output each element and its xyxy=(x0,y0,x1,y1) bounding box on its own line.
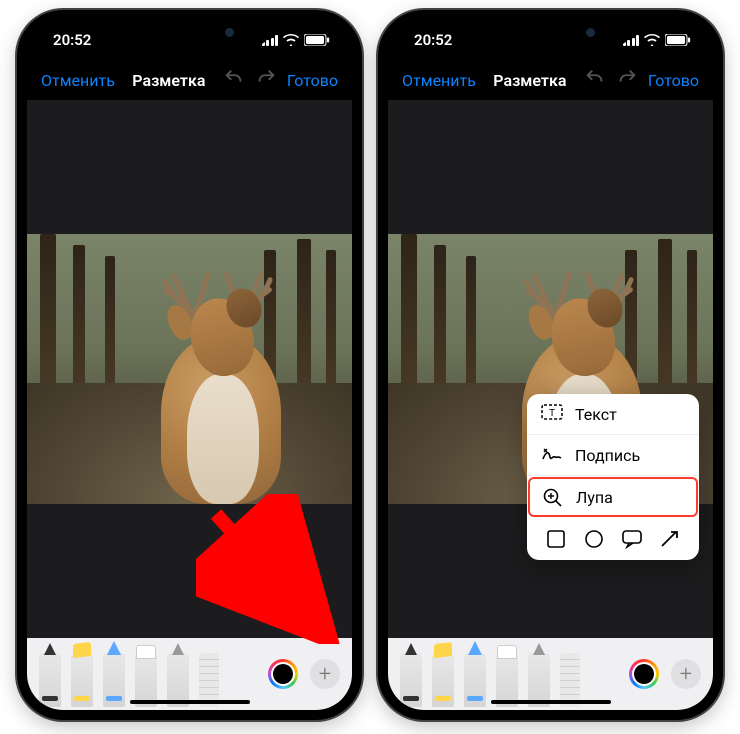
color-picker-button[interactable] xyxy=(268,659,298,689)
screen-right: 20:52 Отменить Разметка xyxy=(388,20,713,710)
notch xyxy=(110,20,270,46)
signature-icon xyxy=(541,445,563,465)
nav-bar: Отменить Разметка Готово xyxy=(388,60,713,100)
nav-title: Разметка xyxy=(493,71,566,90)
pencil-tool[interactable] xyxy=(464,653,486,707)
undo-icon[interactable] xyxy=(223,67,245,93)
shape-circle-button[interactable] xyxy=(581,528,607,550)
canvas-area[interactable]: T Текст Подпись Лупа xyxy=(388,100,713,638)
highlighter-tool[interactable] xyxy=(71,653,93,707)
photo xyxy=(27,234,352,504)
status-time: 20:52 xyxy=(53,31,91,49)
pen-tool[interactable] xyxy=(400,653,422,707)
ruler-tool[interactable] xyxy=(199,653,219,707)
cancel-button[interactable]: Отменить xyxy=(402,71,476,90)
undo-icon[interactable] xyxy=(584,67,606,93)
notch xyxy=(471,20,631,46)
canvas-area[interactable] xyxy=(27,100,352,638)
shape-arrow-button[interactable] xyxy=(657,528,683,550)
done-button[interactable]: Готово xyxy=(648,71,699,90)
redo-icon[interactable] xyxy=(616,67,638,93)
markup-toolbar: + xyxy=(388,638,713,710)
done-button[interactable]: Готово xyxy=(287,71,338,90)
text-icon: T xyxy=(541,404,563,424)
phone-right: 20:52 Отменить Разметка xyxy=(378,10,723,720)
menu-item-magnifier[interactable]: Лупа xyxy=(528,477,698,517)
pen-tool[interactable] xyxy=(39,653,61,707)
ruler-tool[interactable] xyxy=(560,653,580,707)
home-indicator[interactable] xyxy=(130,700,250,704)
nav-bar: Отменить Разметка Готово xyxy=(27,60,352,100)
status-time: 20:52 xyxy=(414,31,452,49)
add-button[interactable]: + xyxy=(310,659,340,689)
pencil-tool[interactable] xyxy=(103,653,125,707)
battery-icon xyxy=(304,34,330,46)
cancel-button[interactable]: Отменить xyxy=(41,71,115,90)
eraser-tool[interactable] xyxy=(496,653,518,707)
svg-text:T: T xyxy=(549,408,555,419)
menu-item-text-label: Текст xyxy=(575,405,617,424)
menu-item-text[interactable]: T Текст xyxy=(527,394,699,435)
eraser-tool[interactable] xyxy=(135,653,157,707)
menu-shapes-row xyxy=(527,518,699,560)
markup-toolbar: + xyxy=(27,638,352,710)
screen-left: 20:52 Отменить Разметка xyxy=(27,20,352,710)
redo-icon[interactable] xyxy=(255,67,277,93)
color-picker-button[interactable] xyxy=(629,659,659,689)
shape-square-button[interactable] xyxy=(543,528,569,550)
menu-item-signature[interactable]: Подпись xyxy=(527,435,699,476)
add-button[interactable]: + xyxy=(671,659,701,689)
magnifier-icon xyxy=(542,487,564,507)
wifi-icon xyxy=(644,34,660,46)
lasso-tool[interactable] xyxy=(167,653,189,707)
highlighter-tool[interactable] xyxy=(432,653,454,707)
menu-item-signature-label: Подпись xyxy=(575,446,640,465)
phone-left: 20:52 Отменить Разметка xyxy=(17,10,362,720)
wifi-icon xyxy=(283,34,299,46)
home-indicator[interactable] xyxy=(491,700,611,704)
nav-title: Разметка xyxy=(132,71,205,90)
lasso-tool[interactable] xyxy=(528,653,550,707)
menu-item-magnifier-label: Лупа xyxy=(576,488,613,507)
shape-speech-button[interactable] xyxy=(619,528,645,550)
annotation-arrow-icon xyxy=(196,494,346,644)
add-menu-popup: T Текст Подпись Лупа xyxy=(527,394,699,560)
battery-icon xyxy=(665,34,691,46)
